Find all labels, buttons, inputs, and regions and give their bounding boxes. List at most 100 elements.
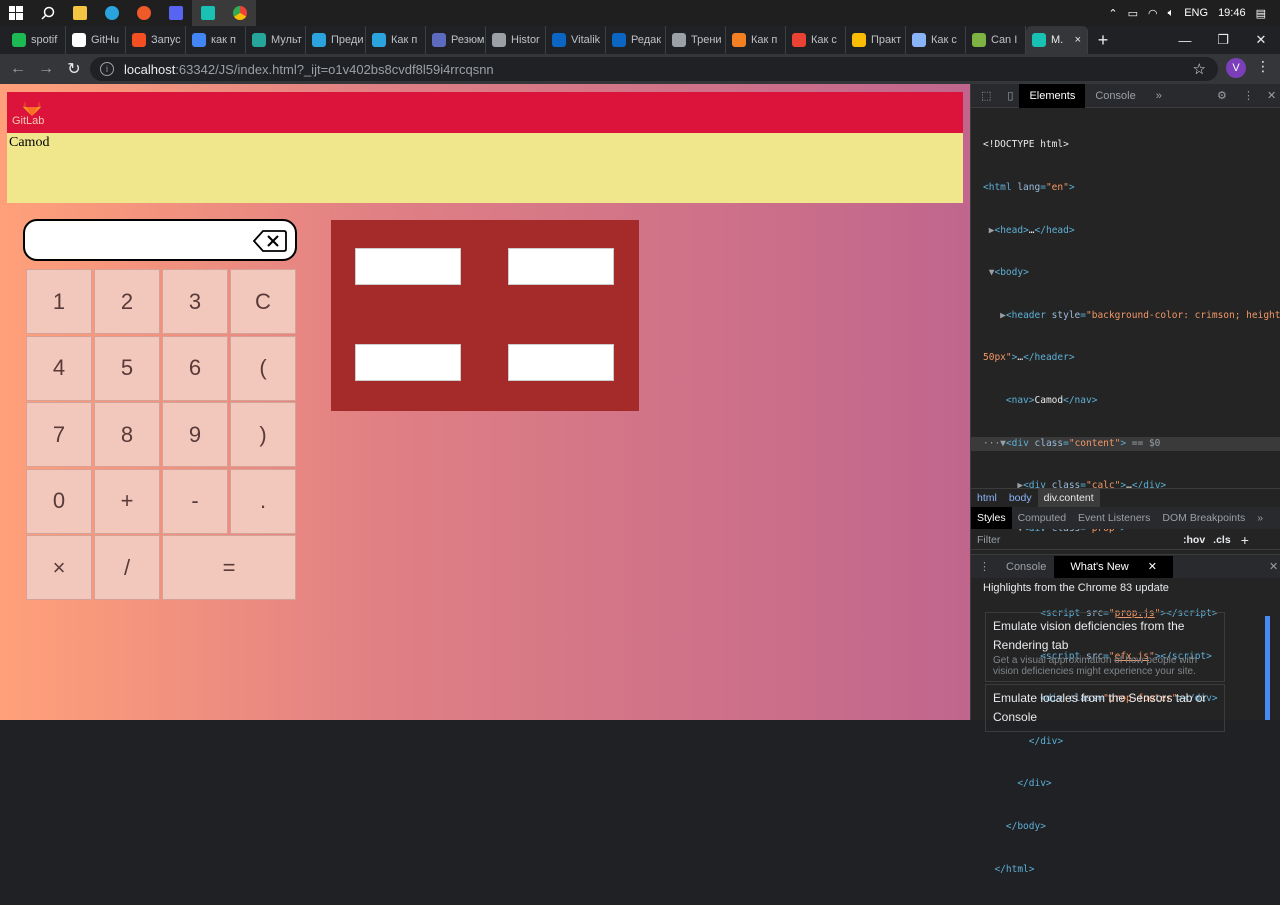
browser-tab[interactable]: как п xyxy=(186,26,246,54)
dom-line[interactable]: ▶<head>…</head> xyxy=(971,224,1280,238)
key-eight[interactable]: 8 xyxy=(94,402,160,467)
language-indicator[interactable]: ENG xyxy=(1184,7,1208,19)
volume-icon[interactable]: 🔈︎ xyxy=(1168,7,1175,20)
key-open-paren[interactable]: ( xyxy=(230,335,296,401)
browser-tab[interactable]: GitHu xyxy=(66,26,126,54)
key-clear[interactable]: C xyxy=(230,269,296,334)
filter-input[interactable]: Filter xyxy=(977,534,1183,546)
close-tab-icon[interactable]: × xyxy=(1075,34,1081,46)
browser-tab[interactable]: Как с xyxy=(906,26,966,54)
maximize-icon[interactable]: ❐ xyxy=(1204,26,1242,54)
windows-start-icon[interactable] xyxy=(0,0,32,26)
drawer-scrollbar[interactable] xyxy=(1265,616,1270,720)
more-tabs-icon[interactable]: » xyxy=(1146,84,1172,108)
inspect-element-icon[interactable]: ⬚ xyxy=(971,84,1001,108)
browser-tab[interactable]: Histor xyxy=(486,26,546,54)
battery-icon[interactable]: ▭ xyxy=(1128,7,1138,20)
dom-line-selected[interactable]: ···▼<div class="content"> == $0 xyxy=(971,436,1280,451)
backspace-icon[interactable] xyxy=(253,229,287,253)
dom-line[interactable]: ▶<header style="background-color: crimso… xyxy=(971,309,1280,323)
tab-computed[interactable]: Computed xyxy=(1012,507,1072,529)
key-six[interactable]: 6 xyxy=(162,335,228,401)
file-explorer-icon[interactable] xyxy=(64,0,96,26)
key-one[interactable]: 1 xyxy=(26,269,92,334)
browser-tab[interactable]: Преди xyxy=(306,26,366,54)
browser-tab[interactable]: Трени xyxy=(666,26,726,54)
telegram-icon[interactable] xyxy=(96,0,128,26)
back-icon[interactable]: ← xyxy=(4,55,32,83)
tab-dom-breakpoints[interactable]: DOM Breakpoints xyxy=(1156,507,1251,529)
clock[interactable]: 19:46 xyxy=(1218,7,1246,19)
browser-tab[interactable]: Практ xyxy=(846,26,906,54)
whats-new-card[interactable]: Emulate locales from the Sensors tab or … xyxy=(985,684,1225,732)
dom-line[interactable]: 50px">…</header> xyxy=(971,351,1280,365)
prop-field-4[interactable] xyxy=(508,344,614,381)
reload-icon[interactable]: ↻ xyxy=(60,55,88,83)
browser-tab[interactable]: Резюм xyxy=(426,26,486,54)
dom-line[interactable]: </html> xyxy=(971,863,1280,877)
browser-tab[interactable]: spotif xyxy=(6,26,66,54)
device-toolbar-icon[interactable]: ▯ xyxy=(1001,84,1019,108)
browser-tab[interactable]: Как п xyxy=(726,26,786,54)
key-close-paren[interactable]: ) xyxy=(230,402,296,467)
crumb-div-content[interactable]: div.content xyxy=(1037,488,1100,507)
dom-line[interactable]: </body> xyxy=(971,820,1280,834)
wifi-icon[interactable]: ◠ xyxy=(1148,7,1158,20)
key-nine[interactable]: 9 xyxy=(162,402,228,467)
bookmark-star-icon[interactable]: ☆ xyxy=(1193,60,1206,78)
media-player-icon[interactable] xyxy=(128,0,160,26)
key-five[interactable]: 5 xyxy=(94,335,160,401)
key-plus[interactable]: + xyxy=(94,468,160,534)
dom-line[interactable]: ▼<body> xyxy=(971,266,1280,280)
whats-new-card[interactable]: Emulate vision deficiencies from the Ren… xyxy=(985,612,1225,682)
browser-tab[interactable]: Редак xyxy=(606,26,666,54)
search-icon[interactable] xyxy=(32,0,64,26)
dom-line[interactable]: </div> xyxy=(971,735,1280,749)
browser-tab[interactable]: Запус xyxy=(126,26,186,54)
close-tab-icon[interactable]: ✕ xyxy=(1140,561,1165,573)
profile-avatar[interactable]: V xyxy=(1226,58,1246,78)
key-divide[interactable]: / xyxy=(94,535,160,600)
close-devtools-icon[interactable]: ✕ xyxy=(1257,84,1280,108)
browser-menu-icon[interactable]: ⋮ xyxy=(1256,58,1270,75)
browser-tab[interactable]: Can I xyxy=(966,26,1026,54)
chrome-icon[interactable] xyxy=(224,0,256,26)
new-tab-button[interactable]: + xyxy=(1088,26,1118,54)
webstorm-icon[interactable] xyxy=(192,0,224,26)
crumb-body[interactable]: body xyxy=(1003,489,1038,507)
key-minus[interactable]: - xyxy=(162,468,228,534)
key-seven[interactable]: 7 xyxy=(26,402,92,467)
tab-console[interactable]: Console xyxy=(1085,84,1145,108)
dom-line[interactable]: <nav>Camod</nav> xyxy=(971,394,1280,408)
crumb-html[interactable]: html xyxy=(971,489,1003,507)
address-bar[interactable]: i localhost:63342/JS/index.html?_ijt=o1v… xyxy=(90,57,1218,81)
browser-tab[interactable]: Как с xyxy=(786,26,846,54)
drawer-menu-icon[interactable]: ⋮ xyxy=(971,556,998,578)
drawer-tab-console[interactable]: Console xyxy=(998,556,1054,578)
browser-tab[interactable]: Мульт xyxy=(246,26,306,54)
browser-tab[interactable]: Vitalik xyxy=(546,26,606,54)
dom-line[interactable]: <!DOCTYPE html> xyxy=(971,138,1280,152)
more-tabs-icon[interactable]: » xyxy=(1251,507,1269,529)
cls-toggle[interactable]: .cls xyxy=(1213,534,1231,546)
tab-styles[interactable]: Styles xyxy=(971,507,1012,529)
tab-event-listeners[interactable]: Event Listeners xyxy=(1072,507,1156,529)
prop-field-1[interactable] xyxy=(355,248,461,285)
site-info-icon[interactable]: i xyxy=(100,62,114,76)
notifications-icon[interactable]: ▤ xyxy=(1256,7,1266,20)
key-zero[interactable]: 0 xyxy=(26,468,92,534)
drawer-tab-whats-new[interactable]: What's New ✕ xyxy=(1054,555,1173,578)
chevron-up-icon[interactable]: ⌃ xyxy=(1108,7,1117,20)
key-three[interactable]: 3 xyxy=(162,269,228,334)
key-four[interactable]: 4 xyxy=(26,335,92,401)
minimize-icon[interactable]: — xyxy=(1166,26,1204,54)
hov-toggle[interactable]: :hov xyxy=(1183,534,1205,546)
key-equals[interactable]: = xyxy=(162,535,296,600)
tab-elements[interactable]: Elements xyxy=(1019,83,1086,108)
calculator-display[interactable] xyxy=(23,219,297,261)
prop-field-3[interactable] xyxy=(355,344,461,381)
key-two[interactable]: 2 xyxy=(94,269,160,334)
close-drawer-icon[interactable]: ✕ xyxy=(1261,556,1280,578)
dom-line[interactable]: </div> xyxy=(971,777,1280,791)
dom-line[interactable]: <html lang="en"> xyxy=(971,181,1280,195)
